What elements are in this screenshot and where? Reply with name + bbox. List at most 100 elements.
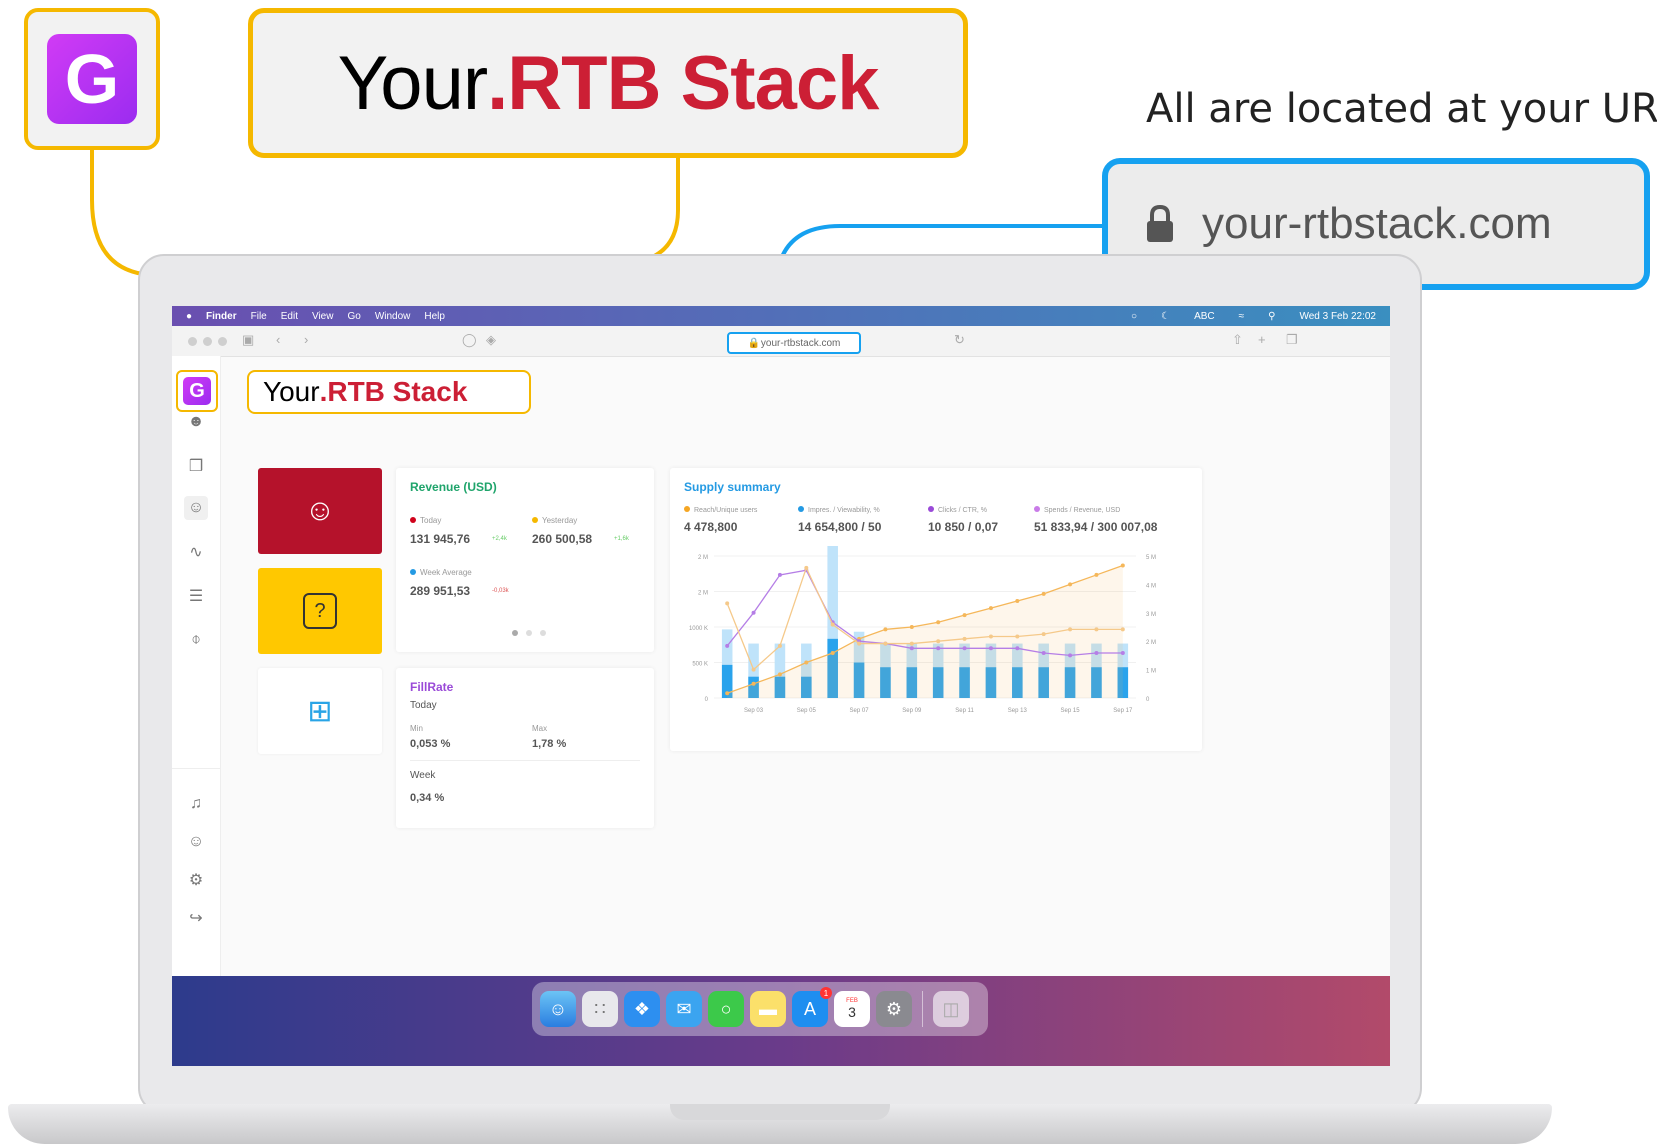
x-tick-label: Sep 07 [850, 708, 870, 714]
back-icon[interactable]: ‹ [276, 332, 280, 347]
menu-finder[interactable]: Finder [206, 311, 237, 322]
inner-brand-prefix: Your [263, 376, 320, 407]
x-tick-label: Sep 11 [955, 708, 974, 714]
minimize-button[interactable] [203, 337, 212, 346]
launchpad-icon[interactable]: ∷ [582, 991, 618, 1027]
menu-file[interactable]: File [251, 311, 267, 322]
gear-icon[interactable]: ⚙ [184, 868, 208, 892]
series-point [777, 672, 782, 677]
add-app-tile[interactable]: ⊞ [258, 668, 382, 754]
y-left-tick-label: 2 M [698, 591, 708, 597]
sidebar-toggle-icon[interactable]: ▣ [242, 332, 254, 348]
fillrate-week-value: 0,34 % [410, 792, 445, 804]
yesterday-delta: +1,6k [614, 536, 629, 542]
dock: ☺ ∷ ❖ ✉ ○ ▬ A 1 FEB 3 ⚙ ◫ [532, 982, 988, 1036]
series-point [962, 636, 967, 641]
series-point [909, 625, 914, 629]
fillrate-card: FillRate Today Min 0,053 % Max 1,78 % We… [396, 668, 654, 828]
menu-help[interactable]: Help [424, 311, 445, 322]
series-point [1041, 651, 1046, 656]
reach-area [727, 565, 1123, 698]
system-preferences-icon[interactable]: ⚙ [876, 991, 912, 1027]
logo-callout: G [24, 8, 160, 150]
share-icon[interactable]: ⇧ [1232, 332, 1243, 348]
series-point [725, 601, 730, 606]
x-tick-label: Sep 03 [744, 708, 764, 714]
users-tile[interactable]: ☺ [258, 468, 382, 554]
zoom-button[interactable] [218, 337, 227, 346]
messages-icon[interactable]: ○ [708, 991, 744, 1027]
supply-title: Supply summary [684, 480, 781, 494]
url-caption: All are located at your URL [1146, 86, 1657, 132]
series-point [1041, 591, 1046, 596]
tabs-overview-icon[interactable]: ❐ [1286, 332, 1298, 348]
globe-icon[interactable]: ○ [1131, 311, 1137, 322]
app-logo: G [47, 34, 137, 124]
app-store-icon[interactable]: A 1 [792, 987, 832, 1027]
inventory-icon[interactable]: ❒ [184, 454, 208, 478]
users-icon[interactable]: ☻ [184, 410, 208, 434]
fillrate-min-value: 0,053 % [410, 738, 451, 750]
shield-icon[interactable]: ◈ [486, 332, 496, 348]
mail-icon[interactable]: ✉ [666, 991, 702, 1027]
menu-view[interactable]: View [312, 311, 334, 322]
input-source[interactable]: ABC [1194, 311, 1215, 322]
inner-app-logo[interactable]: G [183, 377, 211, 405]
series-point [962, 646, 967, 651]
profile-icon[interactable]: ☺ [184, 830, 208, 854]
help-tile[interactable]: ? [258, 568, 382, 654]
reload-icon[interactable]: ↻ [954, 332, 965, 348]
today-delta: +2,4k [492, 536, 507, 542]
brand-title-callout: Your .RTB Stack [248, 8, 968, 158]
notes-icon[interactable]: ▬ [750, 991, 786, 1027]
privacy-icon[interactable]: ◯ [462, 332, 477, 348]
series-point [830, 622, 835, 627]
address-bar[interactable]: 🔒 your-rtbstack.com [727, 332, 861, 354]
y-right-tick-label: 1 M [1146, 669, 1156, 675]
menubar-datetime[interactable]: Wed 3 Feb 22:02 [1299, 311, 1376, 322]
close-button[interactable] [188, 337, 197, 346]
brand-prefix: Your [337, 40, 489, 126]
fillrate-divider [410, 760, 640, 761]
wifi-icon[interactable]: ≈ [1239, 311, 1245, 322]
app-sidebar: ☻ ❒ ☺ ∿ ☰ ⌽ ♫ ☺ ⚙ ↪ [172, 356, 221, 1066]
users-group-icon: ☺ [304, 494, 336, 527]
metric-clicks-value: 10 850 / 0,07 [928, 520, 999, 534]
menu-go[interactable]: Go [347, 311, 360, 322]
settings-sliders-icon[interactable]: ☰ [184, 584, 208, 608]
fillrate-max-label: Max [532, 724, 548, 733]
apple-icon[interactable]: ● [186, 311, 192, 322]
series-point [962, 613, 967, 618]
database-icon[interactable]: ⌽ [184, 628, 208, 652]
carousel-dots[interactable] [512, 630, 550, 636]
calendar-day: 3 [848, 1004, 856, 1020]
metric-reach-label: Reach/Unique users [684, 506, 757, 514]
finder-icon[interactable]: ☺ [540, 991, 576, 1027]
lock-icon [1147, 204, 1173, 242]
trash-icon[interactable]: ◫ [933, 991, 969, 1027]
yesterday-label: Yesterday [532, 516, 577, 525]
laptop-notch [670, 1104, 890, 1120]
apps-plus-icon: ⊞ [307, 694, 333, 728]
series-point [1120, 651, 1125, 656]
logout-icon[interactable]: ↪ [184, 906, 208, 930]
metric-impressions-value: 14 654,800 / 50 [798, 520, 882, 534]
analytics-icon[interactable]: ∿ [184, 540, 208, 564]
appstore-badge: 1 [820, 987, 832, 999]
menu-window[interactable]: Window [375, 311, 411, 322]
safari-icon[interactable]: ❖ [624, 991, 660, 1027]
new-tab-icon[interactable]: + [1258, 332, 1266, 347]
series-point [1094, 627, 1099, 632]
calendar-icon[interactable]: FEB 3 [834, 991, 870, 1027]
series-point [1041, 632, 1046, 637]
forward-icon[interactable]: › [304, 332, 308, 347]
moon-icon[interactable]: ☾ [1161, 311, 1170, 322]
series-point [909, 646, 914, 651]
menu-edit[interactable]: Edit [281, 311, 298, 322]
publishers-icon[interactable]: ☺ [184, 496, 208, 520]
y-right-tick-label: 0 [1146, 697, 1150, 703]
x-tick-label: Sep 13 [1008, 708, 1028, 714]
search-icon[interactable]: ⚲ [1268, 311, 1275, 322]
bell-icon[interactable]: ♫ [184, 792, 208, 816]
today-label: Today [410, 516, 441, 525]
